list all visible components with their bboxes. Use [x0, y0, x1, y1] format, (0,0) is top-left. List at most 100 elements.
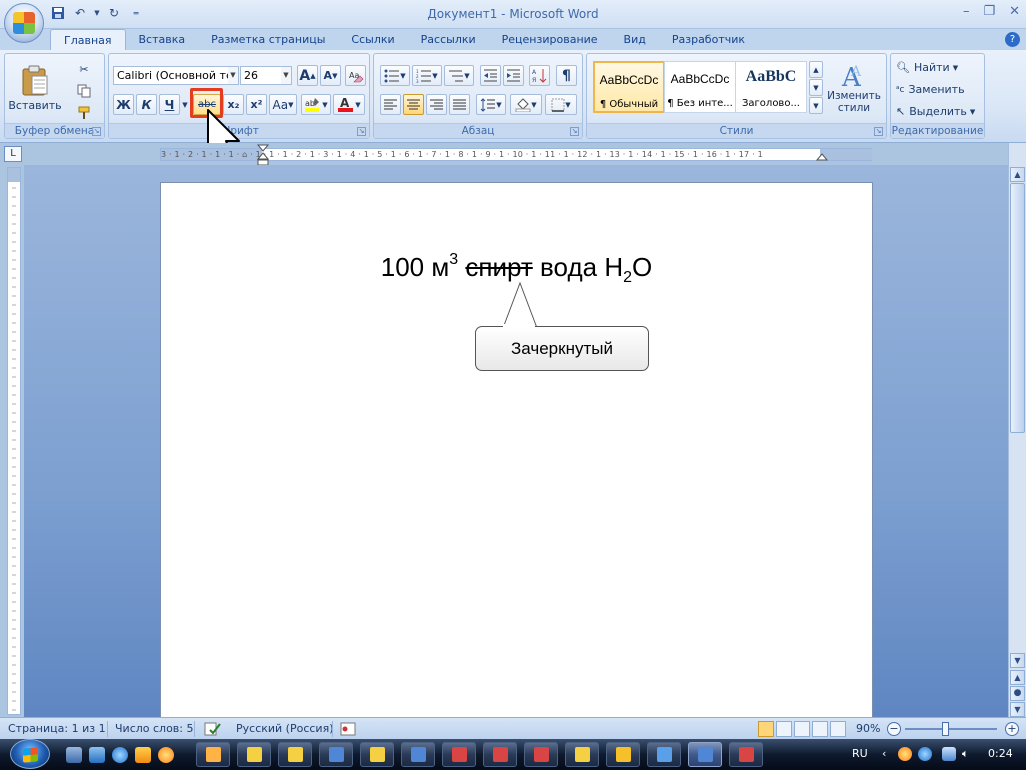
superscript-button[interactable]: x²	[246, 94, 267, 115]
italic-button[interactable]: К	[136, 94, 157, 115]
style-item-1[interactable]: AaBbCcDc ¶ Без инте...	[664, 61, 736, 113]
start-button[interactable]	[10, 739, 50, 769]
taskbar-window-pdf[interactable]	[483, 742, 517, 767]
taskbar-window-folder[interactable]	[278, 742, 312, 767]
tab-5[interactable]: Рецензирование	[489, 29, 611, 50]
font-size-dropdown-icon[interactable]: ▼	[281, 67, 291, 84]
paragraph-launcher-icon[interactable]: ↘	[570, 127, 579, 136]
document-page[interactable]: 100 м3 спирт вода Н2O Зачеркнутый	[160, 182, 873, 717]
outline-view-icon[interactable]	[812, 721, 828, 737]
numbering-button[interactable]: 1 2 3 ▼	[412, 65, 442, 86]
taskbar-window-browser[interactable]	[647, 742, 681, 767]
align-center-icon[interactable]	[403, 94, 424, 115]
scroll-thumb[interactable]	[1010, 183, 1025, 433]
network-icon[interactable]	[942, 747, 956, 761]
taskbar-window-media[interactable]	[606, 742, 640, 767]
next-page-icon[interactable]: ▼	[1010, 702, 1025, 717]
spelling-check-icon[interactable]	[204, 722, 222, 739]
increase-indent-icon[interactable]	[503, 65, 524, 86]
document-area[interactable]: 100 м3 спирт вода Н2O Зачеркнутый	[24, 165, 1008, 717]
change-case-button[interactable]: Aa ▼	[269, 94, 297, 115]
macro-record-icon[interactable]	[340, 722, 356, 739]
zoom-in-icon[interactable]: +	[1005, 722, 1019, 736]
taskbar-window-word[interactable]	[401, 742, 435, 767]
font-size-combo[interactable]: 26 ▼	[240, 66, 292, 85]
help-icon[interactable]: ?	[1005, 32, 1020, 47]
highlight-color-button[interactable]: ab ▼	[301, 94, 331, 115]
style-item-0[interactable]: AaBbCcDc ¶ Обычный	[593, 61, 665, 113]
select-button[interactable]: ↖ Выделить ▼	[895, 102, 981, 121]
align-left-icon[interactable]	[380, 94, 401, 115]
web-layout-view-icon[interactable]	[794, 721, 810, 737]
shading-button[interactable]: ▼	[510, 94, 542, 115]
font-name-combo[interactable]: Calibri (Основной те ▼	[113, 66, 239, 85]
right-indent-marker-icon[interactable]	[816, 153, 828, 161]
find-button[interactable]: 🔍︎ Найти ▼	[895, 58, 981, 77]
zoom-slider-track[interactable]	[905, 728, 997, 730]
bold-button[interactable]: Ж	[113, 94, 134, 115]
line-spacing-button[interactable]: ▼	[476, 94, 506, 115]
tab-6[interactable]: Вид	[611, 29, 659, 50]
styles-scroll-down-icon[interactable]: ▼	[809, 79, 823, 96]
internet-explorer-icon[interactable]	[112, 747, 128, 763]
input-language[interactable]: RU	[852, 747, 868, 760]
media-player-icon[interactable]	[135, 747, 151, 763]
taskbar-window-pdf[interactable]	[524, 742, 558, 767]
clock[interactable]: 0:24	[988, 747, 1013, 760]
sort-icon[interactable]: АЯ	[529, 65, 550, 86]
taskbar-window-folder[interactable]	[360, 742, 394, 767]
scroll-up-icon[interactable]: ▲	[1010, 167, 1025, 182]
tab-1[interactable]: Вставка	[126, 29, 199, 50]
font-name-dropdown-icon[interactable]: ▼	[228, 67, 238, 84]
zoom-slider-thumb[interactable]	[941, 722, 949, 736]
maximize-icon[interactable]: ❐	[983, 4, 995, 19]
cut-icon[interactable]: ✂	[75, 60, 93, 78]
align-right-icon[interactable]	[426, 94, 447, 115]
horizontal-ruler[interactable]: 3 · 1 · 2 · 1 · 1 · 1 · ⌂ · 1 · 1 · 1 · …	[160, 144, 872, 166]
clear-formatting-icon[interactable]: Aa	[345, 65, 366, 86]
word-count[interactable]: Число слов: 5	[115, 722, 194, 735]
style-item-2[interactable]: AaBbC Заголово...	[735, 61, 807, 113]
taskbar-window-pdf[interactable]	[442, 742, 476, 767]
print-layout-view-icon[interactable]	[758, 721, 774, 737]
taskbar-window-word[interactable]	[688, 742, 722, 767]
underline-dropdown-icon[interactable]: ▼	[181, 94, 189, 115]
language-indicator[interactable]: Русский (Россия)	[236, 722, 334, 735]
zoom-out-icon[interactable]: −	[887, 722, 901, 736]
taskbar-window-folder[interactable]	[565, 742, 599, 767]
decrease-indent-icon[interactable]	[480, 65, 501, 86]
font-color-button[interactable]: A ▼	[333, 94, 365, 115]
grow-font-button[interactable]: A ▲	[297, 65, 318, 86]
tab-7[interactable]: Разработчик	[659, 29, 758, 50]
styles-scroll-up-icon[interactable]: ▲	[809, 61, 823, 78]
styles-more-icon[interactable]: ▼	[809, 97, 823, 114]
justify-icon[interactable]	[449, 94, 470, 115]
styles-launcher-icon[interactable]: ↘	[874, 127, 883, 136]
previous-page-icon[interactable]: ▲	[1010, 670, 1025, 685]
tab-2[interactable]: Разметка страницы	[198, 29, 338, 50]
volume-icon[interactable]: 🔈︎	[962, 747, 969, 761]
full-screen-reading-view-icon[interactable]	[776, 721, 792, 737]
taskbar-window-app[interactable]	[196, 742, 230, 767]
clipboard-launcher-icon[interactable]: ↘	[92, 127, 101, 136]
page-count[interactable]: Страница: 1 из 1	[8, 722, 106, 735]
change-styles-button[interactable]: A A Изменить стили	[825, 57, 883, 119]
tab-selector-button[interactable]: L	[4, 146, 22, 162]
format-painter-icon[interactable]	[75, 104, 93, 122]
tab-0[interactable]: Главная	[50, 29, 126, 50]
copy-icon[interactable]	[75, 82, 93, 100]
borders-button[interactable]: ▼	[545, 94, 577, 115]
font-launcher-icon[interactable]: ↘	[357, 127, 366, 136]
close-icon[interactable]: ✕	[1009, 4, 1020, 19]
quick-launch-app-icon[interactable]	[158, 747, 174, 763]
indent-marker-icon[interactable]	[257, 144, 269, 166]
zoom-level[interactable]: 90%	[856, 722, 880, 735]
draft-view-icon[interactable]	[830, 721, 846, 737]
multilevel-list-button[interactable]: ▼	[444, 65, 474, 86]
select-browse-object-icon[interactable]: ●	[1010, 686, 1025, 701]
switch-windows-icon[interactable]	[89, 747, 105, 763]
vertical-ruler[interactable]	[7, 167, 21, 715]
replace-button[interactable]: ᵃc Заменить	[895, 80, 981, 99]
bullets-button[interactable]: ▼	[380, 65, 410, 86]
show-desktop-icon[interactable]	[66, 747, 82, 763]
